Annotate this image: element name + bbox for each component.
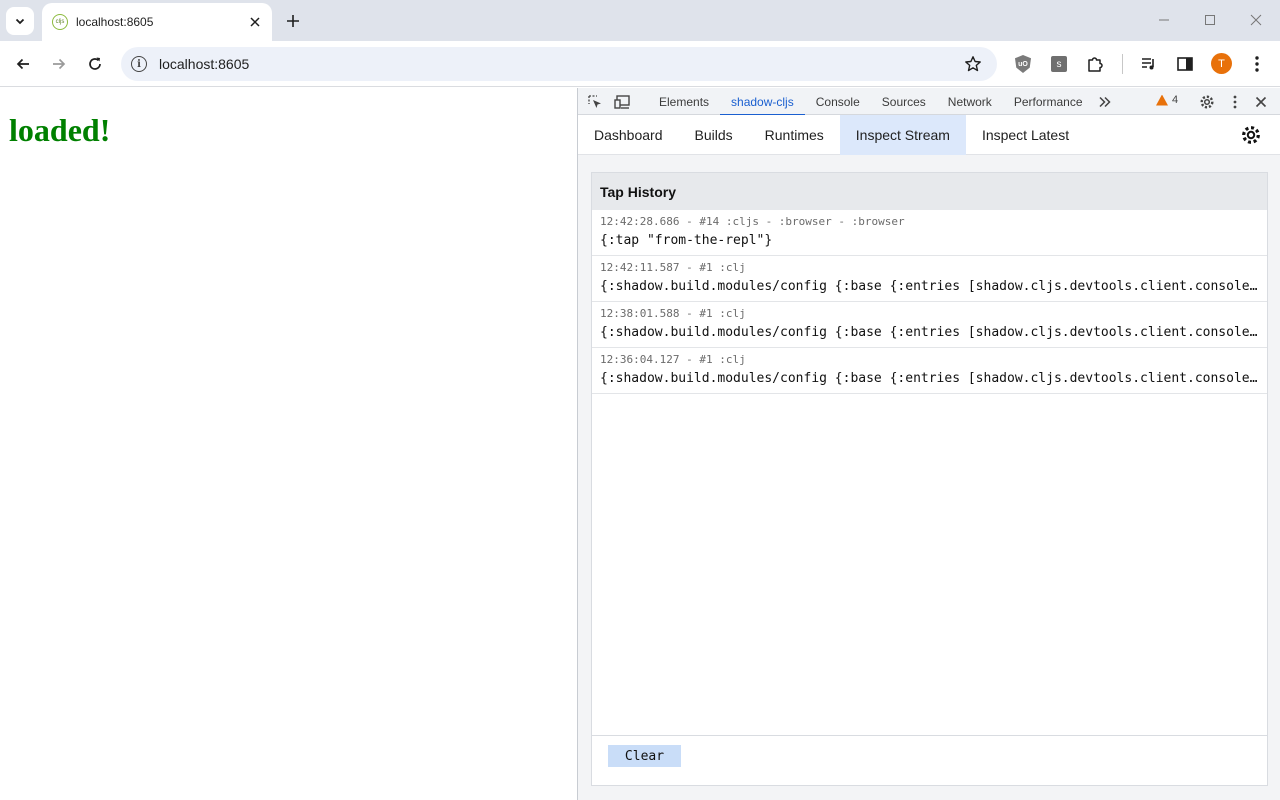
site-info-icon[interactable]: i [131,56,147,72]
browser-tab[interactable]: cljs localhost:8605 [42,3,272,41]
nav-dashboard[interactable]: Dashboard [578,115,679,155]
browser-toolbar: i localhost:8605 uO s T [0,41,1280,87]
forward-button[interactable] [45,50,73,78]
tap-entry-meta: 12:42:11.587 - #1 :clj [600,261,746,274]
tap-entry-value: {:shadow.build.modules/config {:base {:e… [600,325,1259,340]
tap-entry[interactable]: 12:36:04.127 - #1 :clj {:shadow.build.mo… [592,348,1267,394]
arrow-right-icon [53,58,66,70]
nav-inspect-latest[interactable]: Inspect Latest [966,115,1085,155]
star-icon [965,56,981,72]
tap-entry[interactable]: 12:42:11.587 - #1 :clj {:shadow.build.mo… [592,256,1267,302]
devtools-tabbar: Elements shadow-cljs Console Sources Net… [578,88,1280,116]
tap-entry-meta: 12:36:04.127 - #1 :clj [600,353,746,366]
shadow-cljs-tabs: Dashboard Builds Runtimes Inspect Stream… [578,115,1085,155]
tap-history-panel: Tap History 12:42:28.686 - #14 :cljs - :… [591,172,1268,786]
page-viewport: loaded! [0,88,577,800]
devtools-tab-sources[interactable]: Sources [871,88,937,115]
url-text[interactable]: localhost:8605 [159,56,961,72]
ublock-icon: uO [1015,55,1031,73]
side-panel-icon [1177,57,1193,71]
toolbar-separator [1122,54,1123,74]
shadow-cljs-settings-button[interactable] [1240,124,1262,146]
minimize-button[interactable] [1152,10,1176,30]
tap-entry-value: {:tap "from-the-repl"} [600,233,773,248]
minimize-icon [1159,19,1169,21]
tap-entry-meta: 12:38:01.588 - #1 :clj [600,307,746,320]
clear-button[interactable]: Clear [608,745,681,767]
back-button[interactable] [9,50,37,78]
puzzle-icon [1088,57,1103,72]
close-icon [1250,14,1262,26]
ublock-extension-button[interactable]: uO [1012,53,1034,75]
devtools-close-button[interactable] [1252,93,1270,111]
device-toolbar-button[interactable] [614,93,632,111]
reload-icon [89,57,101,70]
maximize-button[interactable] [1198,10,1222,30]
panel-footer: Clear [592,735,1267,785]
gear-icon [1242,126,1260,144]
inspect-element-button[interactable] [586,93,604,111]
tap-entry-meta: 12:42:28.686 - #14 :cljs - :browser - :b… [600,215,905,228]
devtools-tab-console[interactable]: Console [805,88,871,115]
browser-tabstrip: cljs localhost:8605 [0,0,1280,41]
panel-title: Tap History [592,173,1267,210]
shadow-cljs-nav: Dashboard Builds Runtimes Inspect Stream… [578,115,1280,155]
plus-icon [287,15,299,27]
extensions-button[interactable] [1084,53,1106,75]
devtools-menu-button[interactable] [1226,93,1244,111]
tab-close-button[interactable] [246,13,264,31]
address-bar[interactable]: i localhost:8605 [121,47,997,81]
s-extension-button[interactable]: s [1048,53,1070,75]
favicon-icon: cljs [52,14,68,30]
s-extension-icon: s [1051,56,1067,72]
tab-search-button[interactable] [6,7,34,35]
warning-icon [1156,94,1168,106]
nav-builds[interactable]: Builds [679,115,749,155]
device-icon [614,95,630,109]
reload-button[interactable] [81,50,109,78]
arrow-left-icon [16,58,29,70]
devtools-tab-elements[interactable]: Elements [648,88,720,115]
window-close-button[interactable] [1244,10,1268,30]
warnings-counter[interactable]: 4 [1156,94,1178,106]
devtools-panel: Elements shadow-cljs Console Sources Net… [577,88,1280,800]
maximize-icon [1205,15,1215,25]
browser-menu-button[interactable] [1246,53,1268,75]
tab-title: localhost:8605 [76,15,154,29]
devtools-tabs: Elements shadow-cljs Console Sources Net… [648,88,1094,116]
double-chevron-right-icon [1099,96,1111,108]
page-heading: loaded! [9,112,111,148]
media-queue-icon [1142,58,1154,70]
devtools-tab-shadow-cljs[interactable]: shadow-cljs [720,88,805,116]
close-icon [250,17,260,27]
tap-entry[interactable]: 12:42:28.686 - #14 :cljs - :browser - :b… [592,210,1267,256]
more-vertical-icon [1255,56,1259,72]
nav-inspect-stream[interactable]: Inspect Stream [839,115,966,155]
gear-icon [1200,95,1214,109]
devtools-settings-button[interactable] [1198,93,1216,111]
new-tab-button[interactable] [282,10,304,32]
more-vertical-icon [1233,95,1237,109]
side-panel-button[interactable] [1174,53,1196,75]
nav-runtimes[interactable]: Runtimes [749,115,840,155]
tap-entry[interactable]: 12:38:01.588 - #1 :clj {:shadow.build.mo… [592,302,1267,348]
profile-avatar[interactable]: T [1211,53,1232,74]
tap-entry-value: {:shadow.build.modules/config {:base {:e… [600,279,1259,294]
inspect-icon [588,95,601,108]
close-icon [1255,96,1267,108]
tap-entry-value: {:shadow.build.modules/config {:base {:e… [600,371,1259,386]
bookmark-button[interactable] [961,52,985,76]
media-controls-button[interactable] [1138,53,1160,75]
devtools-tab-network[interactable]: Network [937,88,1003,115]
warning-count: 4 [1172,94,1179,106]
chevron-down-icon [15,18,25,25]
more-tabs-button[interactable] [1096,93,1114,111]
devtools-tab-performance[interactable]: Performance [1003,88,1094,115]
